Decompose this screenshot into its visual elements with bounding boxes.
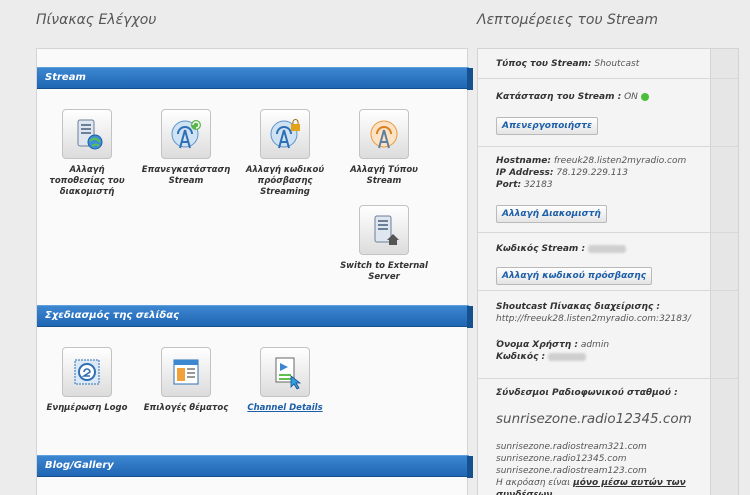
deactivate-stream-button[interactable]: Απενεργοποιήστε xyxy=(496,117,598,135)
update-logo-label: Ενημέρωση Logo xyxy=(46,403,128,413)
switch-external-server-label: Switch to External Server xyxy=(340,261,428,282)
control-panel-title: Πίνακας Ελέγχου xyxy=(36,12,157,28)
stream-details-title: Λεπτομέρειες του Stream xyxy=(477,12,658,28)
port-value: 32183 xyxy=(524,180,553,190)
channel-document-icon xyxy=(260,347,310,397)
stream-type-row: Τύπος του Stream: Shoutcast xyxy=(478,49,738,79)
change-stream-type-item[interactable]: Αλλαγή Τύπου Stream xyxy=(338,109,430,187)
logo-badge-icon xyxy=(62,347,112,397)
antenna-orange-icon xyxy=(359,109,409,159)
radio-link-2[interactable]: sunrisezone.radio12345.com xyxy=(496,453,738,465)
ip-address-value: 78.129.229.113 xyxy=(556,168,628,178)
change-server-location-item[interactable]: Αλλαγή τοποθεσίας του διακομιστή xyxy=(41,109,133,198)
stream-password-hidden xyxy=(587,244,626,253)
admin-username-value: admin xyxy=(580,340,610,350)
theme-layout-icon xyxy=(161,347,211,397)
change-stream-password-label: Αλλαγή κωδικού πρόσβασης Streaming xyxy=(245,165,325,197)
section-blog-gallery-label: Blog/Gallery xyxy=(45,460,114,471)
radio-links-block: Σύνδεσμοι Ραδιοφωνικού σταθμού : sunrise… xyxy=(478,379,738,495)
antenna-lock-icon xyxy=(260,109,310,159)
radio-link-3[interactable]: sunrisezone.radiostream123.com xyxy=(496,465,738,477)
theme-options-item[interactable]: Επιλογές θέματος xyxy=(140,347,232,414)
stream-type-label: Τύπος του Stream: xyxy=(496,59,592,69)
stream-details-panel: Τύπος του Stream: Shoutcast Κατάσταση το… xyxy=(477,48,739,495)
section-page-design-label: Σχεδιασμός της σελίδας xyxy=(45,310,180,321)
hostname-value: freeuk28.listen2myradio.com xyxy=(553,156,687,166)
stream-status-value: ON xyxy=(624,92,638,102)
stream-password-block: Κωδικός Stream : Αλλαγή κωδικού πρόσβαση… xyxy=(478,233,738,291)
server-info-block: Hostname: freeuk28.listen2myradio.com IP… xyxy=(478,147,738,233)
admin-panel-url[interactable]: http://freeuk28.listen2myradio.com:32183… xyxy=(496,314,691,324)
change-password-button[interactable]: Αλλαγή κωδικού πρόσβασης xyxy=(496,267,653,285)
admin-password-label: Κωδικός : xyxy=(496,352,546,362)
section-page-design-header: Σχεδιασμός της σελίδας xyxy=(37,305,473,328)
restart-stream-item[interactable]: Επανεγκατάσταση Stream xyxy=(140,109,232,187)
stream-type-value: Shoutcast xyxy=(594,59,640,69)
change-stream-password-item[interactable]: Αλλαγή κωδικού πρόσβασης Streaming xyxy=(239,109,331,198)
stream-status-block: Κατάσταση του Stream : ON Απενεργοποιήστ… xyxy=(478,79,738,147)
switch-external-server-item[interactable]: Switch to External Server xyxy=(338,205,430,283)
admin-password-hidden xyxy=(548,352,587,361)
theme-options-label: Επιλογές θέματος xyxy=(143,403,229,413)
restart-stream-label: Επανεγκατάσταση Stream xyxy=(141,165,231,186)
status-online-icon xyxy=(640,92,649,101)
section-stream-label: Stream xyxy=(45,72,86,83)
control-panel: Stream Αλλαγή τοποθεσίας του διακομιστή … xyxy=(36,48,473,495)
update-logo-item[interactable]: Ενημέρωση Logo xyxy=(41,347,133,414)
channel-details-item[interactable]: Channel Details xyxy=(239,347,331,414)
change-stream-type-label: Αλλαγή Τύπου Stream xyxy=(350,165,418,186)
antenna-refresh-icon xyxy=(161,109,211,159)
hostname-label: Hostname: xyxy=(496,156,551,166)
primary-radio-link[interactable]: sunrisezone.radio12345.com xyxy=(496,411,738,427)
ip-address-label: IP Address: xyxy=(496,168,554,178)
channel-details-link[interactable]: Channel Details xyxy=(239,403,331,414)
stream-status-label: Κατάσταση του Stream : xyxy=(496,92,622,102)
server-globe-icon xyxy=(62,109,112,159)
radio-links-label: Σύνδεσμοι Ραδιοφωνικού σταθμού : xyxy=(496,388,678,398)
listen-note-prefix: Η ακρόαση είναι xyxy=(496,478,571,488)
admin-username-label: Όνομα Χρήστη : xyxy=(496,340,578,350)
change-server-location-label: Αλλαγή τοποθεσίας του διακομιστή xyxy=(49,165,125,197)
section-stream-header: Stream xyxy=(37,67,473,90)
admin-panel-label: Shoutcast Πίνακας διαχείρισης : xyxy=(496,302,661,312)
change-server-button[interactable]: Αλλαγή Διακομιστή xyxy=(496,205,607,223)
server-home-icon xyxy=(359,205,409,255)
section-blog-gallery-header: Blog/Gallery xyxy=(37,455,473,478)
radio-link-1[interactable]: sunrisezone.radiostream321.com xyxy=(496,441,738,453)
port-label: Port: xyxy=(496,180,522,190)
admin-panel-block: Shoutcast Πίνακας διαχείρισης : http://f… xyxy=(478,291,738,379)
stream-password-label: Κωδικός Stream : xyxy=(496,244,586,254)
